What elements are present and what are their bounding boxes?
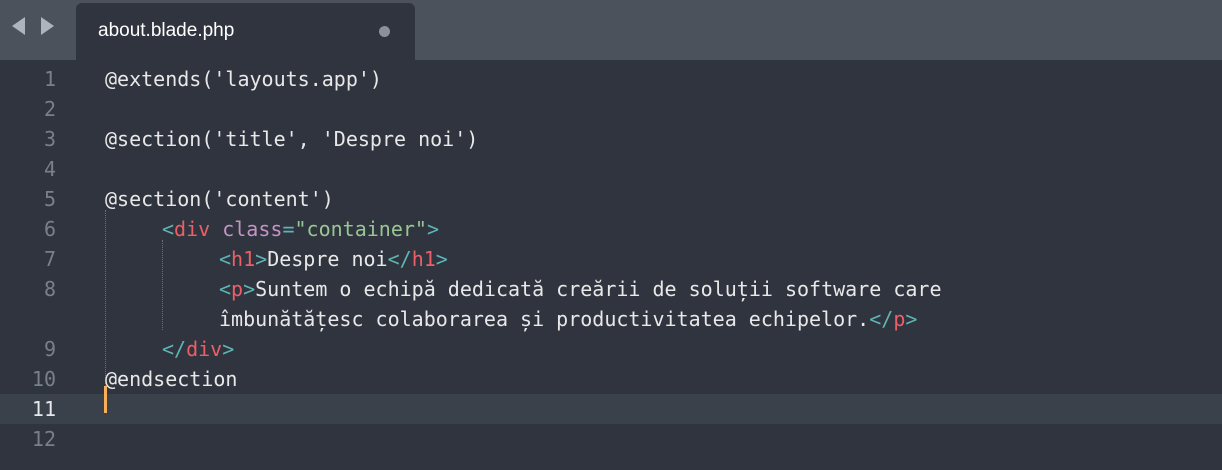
tag-end-open-bracket: </	[387, 247, 412, 271]
line-number: 4	[43, 157, 56, 181]
code-text: @endsection	[105, 367, 238, 391]
code-line: 9 </div>	[0, 334, 1222, 364]
unsaved-dot-icon[interactable]	[379, 26, 390, 37]
tag-close-bracket: >	[905, 307, 918, 331]
tab-bar: about.blade.php	[0, 0, 1222, 60]
text-content: Despre noi	[267, 247, 388, 271]
line-number: 6	[43, 217, 56, 241]
code-line: 3 @section('title', 'Despre noi')	[0, 124, 1222, 154]
line-number: 3	[43, 127, 56, 151]
tab-title: about.blade.php	[98, 20, 235, 41]
code-line: 4	[0, 154, 1222, 184]
tag-close-bracket: >	[426, 217, 439, 241]
attribute-value: "container"	[294, 217, 427, 241]
attribute-equals: =	[282, 217, 295, 241]
tag-close-bracket: >	[222, 337, 235, 361]
line-number: 7	[43, 247, 56, 271]
line-number: 1	[43, 67, 56, 91]
line-number: 9	[43, 337, 56, 361]
back-arrow-icon[interactable]	[12, 17, 25, 35]
code-text: <h1>Despre noi</h1>	[219, 244, 448, 274]
tag-end-open-bracket: </	[869, 307, 894, 331]
code-line: 5 @section('content')	[0, 184, 1222, 214]
line-number: 2	[43, 97, 56, 121]
code-line: 12	[0, 424, 1222, 454]
text-content: Suntem o echipă dedicată creării de solu…	[255, 277, 942, 301]
code-text: <p>Suntem o echipă dedicată creării de s…	[219, 274, 941, 304]
forward-arrow-icon[interactable]	[41, 17, 54, 35]
code-text: <div class="container">	[162, 214, 439, 244]
line-number: 8	[43, 277, 56, 301]
tag-open-bracket: <	[219, 247, 232, 271]
tag-name: div	[186, 337, 223, 361]
line-number	[0, 304, 56, 334]
text-content: îmbunătățesc colaborarea și productivita…	[219, 307, 870, 331]
tag-name: div	[174, 217, 211, 241]
code-line: 7 <h1>Despre noi</h1>	[0, 244, 1222, 274]
code-line: 10 @endsection	[0, 364, 1222, 394]
code-line: 1 @extends('layouts.app')	[0, 64, 1222, 94]
tag-open-bracket: <	[219, 277, 232, 301]
tag-open-bracket: <	[162, 217, 175, 241]
tag-name: p	[231, 277, 244, 301]
line-number: 5	[43, 187, 56, 211]
line-number: 12	[31, 427, 56, 451]
tag-name: h1	[411, 247, 436, 271]
line-number: 11	[31, 397, 56, 421]
code-text: </div>	[162, 334, 234, 364]
attribute-name: class	[222, 217, 283, 241]
code-editor[interactable]: 1 @extends('layouts.app') 2 3 @section('…	[0, 60, 1222, 470]
code-line-current: 11	[0, 394, 1222, 424]
tag-close-bracket: >	[255, 247, 268, 271]
tag-end-open-bracket: </	[162, 337, 187, 361]
code-text: @section('title', 'Despre noi')	[105, 127, 479, 151]
tag-name: p	[893, 307, 906, 331]
tab-about-blade-php[interactable]: about.blade.php	[76, 3, 415, 60]
text-caret	[104, 386, 107, 413]
tag-close-bracket: >	[243, 277, 256, 301]
code-line: 2	[0, 94, 1222, 124]
code-line: 8 <p>Suntem o echipă dedicată creării de…	[0, 274, 1222, 304]
code-text: îmbunătățesc colaborarea și productivita…	[219, 304, 917, 334]
code-line-wrapped: îmbunătățesc colaborarea și productivita…	[0, 304, 1222, 334]
code-text: @extends('layouts.app')	[105, 67, 382, 91]
code-line: 6 <div class="container">	[0, 214, 1222, 244]
tag-name: h1	[231, 247, 256, 271]
line-number: 10	[31, 367, 56, 391]
editor-window: about.blade.php 1 @extends('layouts.app'…	[0, 0, 1222, 470]
tag-close-bracket: >	[435, 247, 448, 271]
code-text: @section('content')	[105, 187, 334, 211]
